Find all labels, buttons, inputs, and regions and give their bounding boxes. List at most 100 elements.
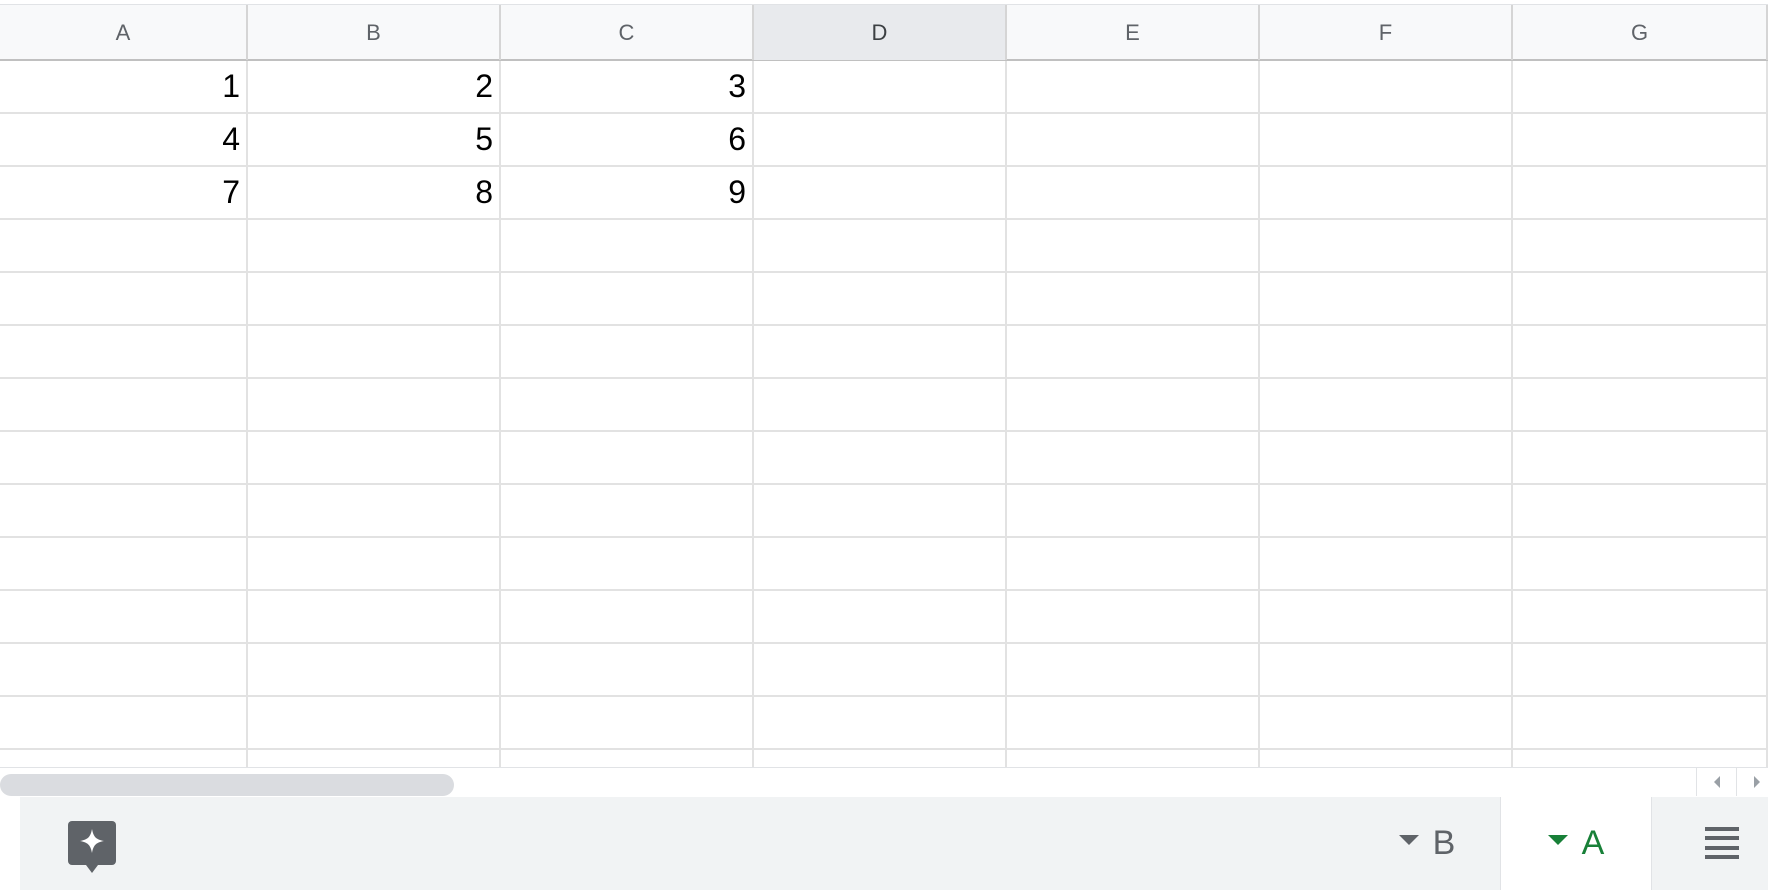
cell-c10[interactable]: [501, 538, 754, 589]
cell-b9[interactable]: [248, 485, 501, 536]
caret-down-icon[interactable]: [1398, 834, 1419, 845]
cell-a3[interactable]: 7: [0, 167, 248, 218]
horizontal-scrollbar[interactable]: [0, 767, 1768, 797]
cell-c9[interactable]: [501, 485, 754, 536]
cell-e6[interactable]: [1007, 326, 1260, 377]
cell-a5[interactable]: [0, 273, 248, 324]
cell-d7[interactable]: [754, 379, 1007, 430]
cell-d9[interactable]: [754, 485, 1007, 536]
cell-a11[interactable]: [0, 591, 248, 642]
cell-c8[interactable]: [501, 432, 754, 483]
cell-g6[interactable]: [1513, 326, 1768, 377]
cell-d2[interactable]: [754, 114, 1007, 165]
cell-f12[interactable]: [1260, 644, 1513, 695]
cell-e2[interactable]: [1007, 114, 1260, 165]
cell-d14[interactable]: [754, 750, 1007, 767]
cell-a7[interactable]: [0, 379, 248, 430]
cell-a12[interactable]: [0, 644, 248, 695]
cell-e5[interactable]: [1007, 273, 1260, 324]
scroll-right-button[interactable]: [1736, 768, 1768, 796]
cell-e12[interactable]: [1007, 644, 1260, 695]
cell-b4[interactable]: [248, 220, 501, 271]
cell-c6[interactable]: [501, 326, 754, 377]
cell-b13[interactable]: [248, 697, 501, 748]
sheet-tab-a[interactable]: A: [1500, 797, 1652, 890]
cell-b14[interactable]: [248, 750, 501, 767]
cell-e13[interactable]: [1007, 697, 1260, 748]
column-header-a[interactable]: A: [0, 5, 248, 60]
column-header-b[interactable]: B: [248, 5, 501, 60]
cell-b12[interactable]: [248, 644, 501, 695]
cell-b5[interactable]: [248, 273, 501, 324]
cell-e11[interactable]: [1007, 591, 1260, 642]
cell-g1[interactable]: [1513, 61, 1768, 112]
column-header-f[interactable]: F: [1260, 5, 1513, 60]
column-header-c[interactable]: C: [501, 5, 754, 60]
cell-f9[interactable]: [1260, 485, 1513, 536]
cell-f8[interactable]: [1260, 432, 1513, 483]
column-header-g[interactable]: G: [1513, 5, 1768, 60]
cell-g3[interactable]: [1513, 167, 1768, 218]
cell-e8[interactable]: [1007, 432, 1260, 483]
spreadsheet-grid[interactable]: 123456789: [0, 61, 1768, 767]
cell-g11[interactable]: [1513, 591, 1768, 642]
cell-f4[interactable]: [1260, 220, 1513, 271]
cell-d4[interactable]: [754, 220, 1007, 271]
cell-e1[interactable]: [1007, 61, 1260, 112]
cell-f3[interactable]: [1260, 167, 1513, 218]
cell-e4[interactable]: [1007, 220, 1260, 271]
cell-g14[interactable]: [1513, 750, 1768, 767]
cell-b1[interactable]: 2: [248, 61, 501, 112]
cell-d3[interactable]: [754, 167, 1007, 218]
cell-c11[interactable]: [501, 591, 754, 642]
sheet-tab-b[interactable]: B: [1352, 797, 1502, 890]
cell-c14[interactable]: [501, 750, 754, 767]
cell-a2[interactable]: 4: [0, 114, 248, 165]
cell-f10[interactable]: [1260, 538, 1513, 589]
cell-g2[interactable]: [1513, 114, 1768, 165]
cell-a8[interactable]: [0, 432, 248, 483]
cell-d1[interactable]: [754, 61, 1007, 112]
cell-a10[interactable]: [0, 538, 248, 589]
cell-c4[interactable]: [501, 220, 754, 271]
cell-c5[interactable]: [501, 273, 754, 324]
cell-e9[interactable]: [1007, 485, 1260, 536]
cell-a13[interactable]: [0, 697, 248, 748]
scroll-left-button[interactable]: [1696, 768, 1737, 796]
cell-a6[interactable]: [0, 326, 248, 377]
cell-a1[interactable]: 1: [0, 61, 248, 112]
cell-b8[interactable]: [248, 432, 501, 483]
cell-b6[interactable]: [248, 326, 501, 377]
cell-f5[interactable]: [1260, 273, 1513, 324]
cell-c2[interactable]: 6: [501, 114, 754, 165]
cell-f7[interactable]: [1260, 379, 1513, 430]
cell-g4[interactable]: [1513, 220, 1768, 271]
cell-g12[interactable]: [1513, 644, 1768, 695]
cell-d8[interactable]: [754, 432, 1007, 483]
all-sheets-button[interactable]: [1705, 827, 1739, 859]
cell-c3[interactable]: 9: [501, 167, 754, 218]
column-header-e[interactable]: E: [1007, 5, 1260, 60]
cell-g8[interactable]: [1513, 432, 1768, 483]
cell-f1[interactable]: [1260, 61, 1513, 112]
cell-d10[interactable]: [754, 538, 1007, 589]
explore-button[interactable]: [68, 821, 116, 873]
cell-c7[interactable]: [501, 379, 754, 430]
cell-f2[interactable]: [1260, 114, 1513, 165]
cell-g5[interactable]: [1513, 273, 1768, 324]
cell-d5[interactable]: [754, 273, 1007, 324]
cell-f13[interactable]: [1260, 697, 1513, 748]
caret-down-icon[interactable]: [1547, 834, 1568, 845]
cell-b2[interactable]: 5: [248, 114, 501, 165]
cell-a4[interactable]: [0, 220, 248, 271]
cell-f6[interactable]: [1260, 326, 1513, 377]
cell-e7[interactable]: [1007, 379, 1260, 430]
cell-g13[interactable]: [1513, 697, 1768, 748]
cell-e10[interactable]: [1007, 538, 1260, 589]
column-header-d[interactable]: D: [754, 5, 1007, 60]
cell-d13[interactable]: [754, 697, 1007, 748]
cell-g10[interactable]: [1513, 538, 1768, 589]
cell-f11[interactable]: [1260, 591, 1513, 642]
cell-b7[interactable]: [248, 379, 501, 430]
cell-b11[interactable]: [248, 591, 501, 642]
